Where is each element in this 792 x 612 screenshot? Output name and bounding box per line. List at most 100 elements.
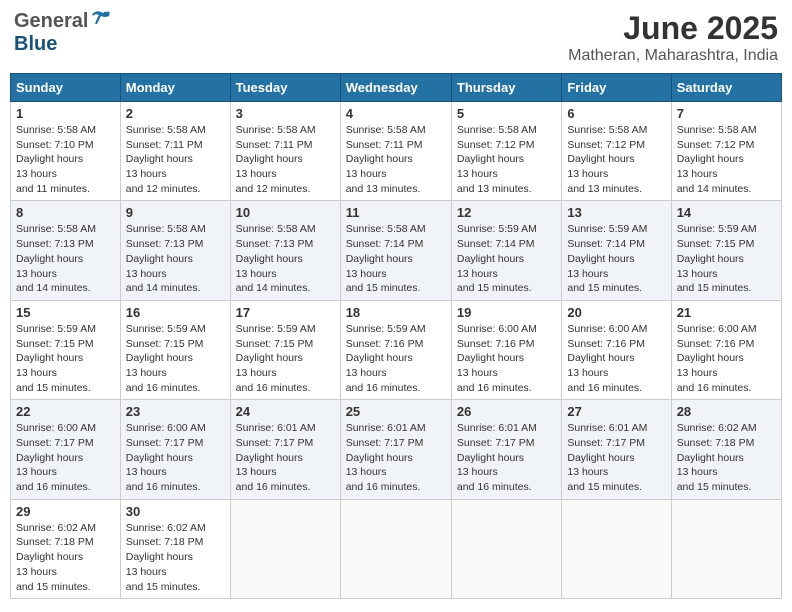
calendar-cell: 12Sunrise: 5:59 AMSunset: 7:14 PMDayligh… <box>451 201 561 300</box>
calendar-cell: 17Sunrise: 5:59 AMSunset: 7:15 PMDayligh… <box>230 300 340 399</box>
day-number: 7 <box>677 106 776 121</box>
day-number: 8 <box>16 205 115 220</box>
day-number: 22 <box>16 404 115 419</box>
calendar-cell: 27Sunrise: 6:01 AMSunset: 7:17 PMDayligh… <box>562 400 671 499</box>
calendar-week-row: 1 Sunrise: 5:58 AMSunset: 7:10 PMDaylight… <box>11 102 782 201</box>
day-info: Sunrise: 6:02 AMSunset: 7:18 PMDaylight … <box>677 421 776 494</box>
calendar-cell: 11 Sunrise: 5:58 AMSunset: 7:14 PMDayligh… <box>340 201 451 300</box>
calendar-cell: 24 Sunrise: 6:01 AMSunset: 7:17 PMDayligh… <box>230 400 340 499</box>
calendar-cell: 23 Sunrise: 6:00 AMSunset: 7:17 PMDayligh… <box>120 400 230 499</box>
day-info: Sunrise: 5:58 AMSunset: 7:13 PMDaylight … <box>236 222 335 295</box>
day-number: 18 <box>346 305 446 320</box>
day-number: 6 <box>567 106 665 121</box>
day-info: Sunrise: 5:59 AMSunset: 7:14 PMDaylight … <box>567 222 665 295</box>
day-number: 30 <box>126 504 225 519</box>
calendar-week-row: 22 Sunrise: 6:00 AMSunset: 7:17 PMDayligh… <box>11 400 782 499</box>
column-header-friday: Friday <box>562 74 671 102</box>
day-info: Sunrise: 6:02 AMSunset: 7:18 PMDaylight … <box>16 521 115 594</box>
column-header-tuesday: Tuesday <box>230 74 340 102</box>
day-number: 15 <box>16 305 115 320</box>
day-number: 23 <box>126 404 225 419</box>
calendar-cell: 2 Sunrise: 5:58 AMSunset: 7:11 PMDaylight… <box>120 102 230 201</box>
day-info: Sunrise: 6:01 AMSunset: 7:17 PMDaylight … <box>236 421 335 494</box>
day-info: Sunrise: 5:58 AMSunset: 7:12 PMDaylight … <box>567 123 665 196</box>
column-header-saturday: Saturday <box>671 74 781 102</box>
calendar-cell <box>340 499 451 598</box>
calendar-cell: 9Sunrise: 5:58 AMSunset: 7:13 PMDaylight… <box>120 201 230 300</box>
day-info: Sunrise: 5:59 AMSunset: 7:15 PMDaylight … <box>236 322 335 395</box>
day-number: 1 <box>16 106 115 121</box>
day-number: 21 <box>677 305 776 320</box>
day-info: Sunrise: 5:59 AMSunset: 7:15 PMDaylight … <box>677 222 776 295</box>
calendar-week-row: 8 Sunrise: 5:58 AMSunset: 7:13 PMDaylight… <box>11 201 782 300</box>
day-number: 26 <box>457 404 556 419</box>
calendar-cell: 21Sunrise: 6:00 AMSunset: 7:16 PMDayligh… <box>671 300 781 399</box>
calendar-cell: 25Sunrise: 6:01 AMSunset: 7:17 PMDayligh… <box>340 400 451 499</box>
calendar-cell: 19Sunrise: 6:00 AMSunset: 7:16 PMDayligh… <box>451 300 561 399</box>
day-number: 24 <box>236 404 335 419</box>
logo-general-text: General <box>14 10 88 33</box>
column-header-wednesday: Wednesday <box>340 74 451 102</box>
calendar-cell: 7Sunrise: 5:58 AMSunset: 7:12 PMDaylight… <box>671 102 781 201</box>
day-number: 5 <box>457 106 556 121</box>
day-info: Sunrise: 5:58 AMSunset: 7:11 PMDaylight … <box>346 123 446 196</box>
calendar-cell <box>451 499 561 598</box>
day-number: 25 <box>346 404 446 419</box>
calendar-cell: 26 Sunrise: 6:01 AMSunset: 7:17 PMDayligh… <box>451 400 561 499</box>
day-number: 27 <box>567 404 665 419</box>
day-number: 29 <box>16 504 115 519</box>
day-info: Sunrise: 5:58 AMSunset: 7:10 PMDaylight … <box>16 123 115 196</box>
day-info: Sunrise: 5:58 AMSunset: 7:14 PMDaylight … <box>346 222 446 295</box>
calendar-header-row: SundayMondayTuesdayWednesdayThursdayFrid… <box>11 74 782 102</box>
day-info: Sunrise: 6:00 AMSunset: 7:16 PMDaylight … <box>567 322 665 395</box>
calendar-cell: 10 Sunrise: 5:58 AMSunset: 7:13 PMDayligh… <box>230 201 340 300</box>
column-header-monday: Monday <box>120 74 230 102</box>
calendar-cell: 20Sunrise: 6:00 AMSunset: 7:16 PMDayligh… <box>562 300 671 399</box>
logo-block: General Blue <box>14 10 112 56</box>
day-info: Sunrise: 5:59 AMSunset: 7:15 PMDaylight … <box>126 322 225 395</box>
day-number: 10 <box>236 205 335 220</box>
calendar-cell: 6 Sunrise: 5:58 AMSunset: 7:12 PMDaylight… <box>562 102 671 201</box>
calendar-cell <box>230 499 340 598</box>
day-info: Sunrise: 5:58 AMSunset: 7:12 PMDaylight … <box>457 123 556 196</box>
day-number: 11 <box>346 205 446 220</box>
day-number: 9 <box>126 205 225 220</box>
calendar-cell <box>562 499 671 598</box>
calendar-cell: 28Sunrise: 6:02 AMSunset: 7:18 PMDayligh… <box>671 400 781 499</box>
column-header-sunday: Sunday <box>11 74 121 102</box>
day-info: Sunrise: 5:59 AMSunset: 7:14 PMDaylight … <box>457 222 556 295</box>
day-info: Sunrise: 5:59 AMSunset: 7:15 PMDaylight … <box>16 322 115 395</box>
calendar-cell: 18Sunrise: 5:59 AMSunset: 7:16 PMDayligh… <box>340 300 451 399</box>
day-info: Sunrise: 5:58 AMSunset: 7:11 PMDaylight … <box>126 123 225 196</box>
calendar-cell: 8 Sunrise: 5:58 AMSunset: 7:13 PMDaylight… <box>11 201 121 300</box>
location-title: Matheran, Maharashtra, India <box>568 47 778 65</box>
calendar-week-row: 15 Sunrise: 5:59 AMSunset: 7:15 PMDayligh… <box>11 300 782 399</box>
calendar-cell: 1 Sunrise: 5:58 AMSunset: 7:10 PMDaylight… <box>11 102 121 201</box>
day-number: 2 <box>126 106 225 121</box>
day-info: Sunrise: 6:00 AMSunset: 7:17 PMDaylight … <box>126 421 225 494</box>
calendar-table: SundayMondayTuesdayWednesdayThursdayFrid… <box>10 73 782 599</box>
calendar-cell: 3Sunrise: 5:58 AMSunset: 7:11 PMDaylight… <box>230 102 340 201</box>
calendar-cell <box>671 499 781 598</box>
day-info: Sunrise: 6:01 AMSunset: 7:17 PMDaylight … <box>457 421 556 494</box>
calendar-cell: 13Sunrise: 5:59 AMSunset: 7:14 PMDayligh… <box>562 201 671 300</box>
logo-bird-icon <box>89 10 111 28</box>
calendar-cell: 5 Sunrise: 5:58 AMSunset: 7:12 PMDaylight… <box>451 102 561 201</box>
day-info: Sunrise: 5:58 AMSunset: 7:13 PMDaylight … <box>16 222 115 295</box>
logo-blue-text: Blue <box>14 33 57 55</box>
calendar-cell: 15 Sunrise: 5:59 AMSunset: 7:15 PMDayligh… <box>11 300 121 399</box>
day-info: Sunrise: 5:58 AMSunset: 7:11 PMDaylight … <box>236 123 335 196</box>
day-number: 16 <box>126 305 225 320</box>
page-header: General Blue June 2025 Matheran, Maharas… <box>10 10 782 65</box>
calendar-cell: 30Sunrise: 6:02 AMSunset: 7:18 PMDayligh… <box>120 499 230 598</box>
column-header-thursday: Thursday <box>451 74 561 102</box>
title-area: June 2025 Matheran, Maharashtra, India <box>568 10 778 65</box>
calendar-cell: 22 Sunrise: 6:00 AMSunset: 7:17 PMDayligh… <box>11 400 121 499</box>
day-info: Sunrise: 6:00 AMSunset: 7:17 PMDaylight … <box>16 421 115 494</box>
calendar-cell: 4 Sunrise: 5:58 AMSunset: 7:11 PMDaylight… <box>340 102 451 201</box>
month-title: June 2025 <box>568 10 778 47</box>
day-number: 19 <box>457 305 556 320</box>
day-number: 4 <box>346 106 446 121</box>
calendar-cell: 16 Sunrise: 5:59 AMSunset: 7:15 PMDayligh… <box>120 300 230 399</box>
day-number: 14 <box>677 205 776 220</box>
